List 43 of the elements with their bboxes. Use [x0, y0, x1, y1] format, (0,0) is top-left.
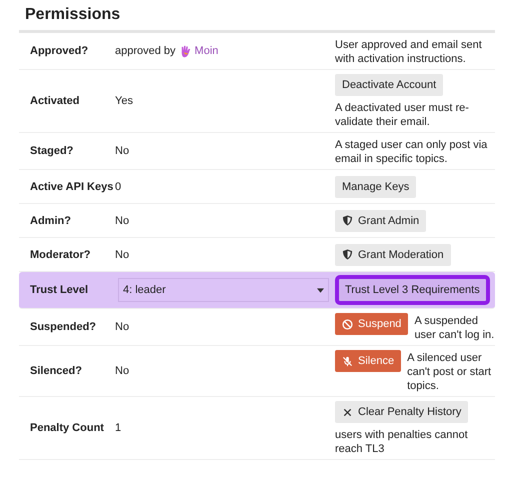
action-button[interactable]: Suspend [335, 313, 408, 335]
caret-icon [317, 288, 324, 292]
action-button[interactable]: Grant Moderation [335, 244, 451, 266]
field-value: 0 [115, 180, 122, 192]
field-label: Penalty Count [30, 422, 104, 434]
shield-icon [342, 215, 353, 226]
action-button[interactable]: Grant Admin [335, 210, 426, 232]
action-button[interactable]: Silence [335, 350, 402, 372]
action-button[interactable]: Trust Level 3 Requirements [339, 279, 486, 301]
field-label: Approved? [30, 45, 88, 57]
user-link[interactable]: Moin [194, 45, 218, 57]
field-label: Silenced? [30, 365, 82, 377]
help-text: A silenced user can't post or start topics. [407, 351, 492, 393]
field-label: Active API Keys [30, 180, 114, 192]
trust-level-select[interactable]: 4: leader [118, 278, 329, 302]
help-text: A staged user can only post via email in specific topics. [335, 138, 488, 166]
field-label: Trust Level [30, 284, 88, 296]
field-label: Activated [30, 95, 80, 107]
shield-icon [342, 249, 353, 260]
muted-microphone-icon [342, 356, 353, 366]
close-icon [342, 406, 353, 418]
field-value: Yes [115, 95, 133, 107]
field-label: Staged? [30, 145, 74, 157]
help-text: A deactivated user must re-validate their email. [335, 101, 470, 129]
avatar-icon [178, 44, 192, 58]
action-button[interactable]: Manage Keys [335, 176, 416, 198]
help-text: users with penalties cannot reach TL3 [335, 428, 469, 456]
field-value: No [115, 365, 130, 377]
field-value: No [115, 321, 130, 333]
field-label: Suspended? [30, 321, 96, 333]
field-label: Moderator? [30, 248, 90, 260]
field-value: 1 [115, 422, 122, 434]
help-text: User approved and email sent with activation instructions. [335, 38, 483, 66]
field-value: approved by [115, 45, 176, 57]
field-value: No [115, 214, 130, 226]
field-value: No [115, 248, 130, 260]
ban-icon [342, 318, 353, 330]
section-title: Permissions [25, 6, 122, 24]
action-button[interactable]: Deactivate Account [335, 74, 444, 96]
help-text: A suspended user can't log in. [414, 314, 495, 342]
field-label: Admin? [30, 214, 71, 226]
action-button[interactable]: Clear Penalty History [335, 401, 468, 423]
field-value: No [115, 145, 130, 157]
